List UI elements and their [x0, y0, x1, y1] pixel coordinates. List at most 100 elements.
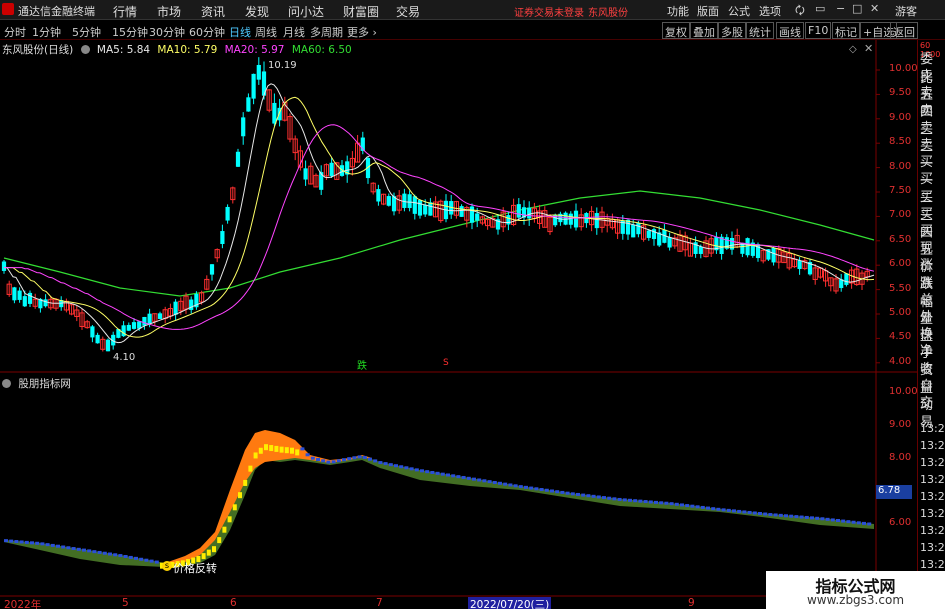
indicator-step	[24, 540, 29, 544]
candle-body	[90, 326, 95, 338]
indicator-step	[628, 498, 632, 502]
indicator-step	[82, 548, 86, 552]
indicator-step	[9, 539, 14, 543]
indicator-step	[35, 541, 40, 545]
indicator-step	[674, 502, 679, 506]
gear-icon[interactable]: ◇	[849, 44, 857, 55]
x-axis-label: 9	[688, 597, 695, 609]
indicator-step	[425, 470, 430, 474]
indicator-step	[206, 549, 211, 556]
indicator-step	[440, 472, 445, 476]
candle-body	[412, 196, 417, 214]
candle-body	[272, 102, 277, 124]
indicator-step	[732, 509, 736, 513]
indicator-step	[680, 503, 684, 507]
indicator-step	[810, 516, 814, 520]
candle-body	[329, 162, 334, 177]
indicator-step	[726, 508, 731, 512]
indicator-step	[607, 496, 612, 500]
indicator-step	[638, 499, 643, 503]
watermark: 指标公式网 www.zbgs3.com	[766, 571, 945, 609]
indicator-step	[513, 484, 518, 488]
settings-icon[interactable]	[80, 45, 90, 54]
candle-body	[646, 230, 651, 238]
indicator-step	[118, 554, 123, 558]
indicator-step	[61, 545, 66, 549]
indicator-step	[19, 540, 24, 544]
indicator-step	[867, 522, 872, 526]
indicator-step	[414, 468, 419, 472]
indicator-step	[331, 460, 336, 464]
candle-body	[573, 210, 579, 228]
indicator-step	[102, 551, 107, 555]
x-axis-label: 5	[122, 597, 129, 609]
indicator-step	[654, 500, 658, 504]
settings-icon[interactable]	[2, 379, 11, 388]
indicator-step	[534, 487, 539, 491]
indicator-step	[435, 471, 440, 475]
candle-body	[428, 202, 433, 216]
indicator-step	[212, 546, 216, 553]
candle-body	[631, 224, 636, 238]
candle-body	[189, 299, 194, 310]
indicator-step	[321, 459, 326, 463]
indicator-step	[368, 457, 372, 461]
indicator-step	[388, 463, 393, 467]
indicator-step	[477, 478, 482, 482]
indicator-step	[830, 518, 835, 522]
indicator-step	[56, 544, 60, 548]
indicator-step	[622, 498, 627, 502]
indicator-rally-fill	[165, 430, 372, 566]
indicator-step	[149, 559, 154, 563]
price-axis-label: 6.50	[889, 233, 912, 245]
indicator-step	[201, 553, 206, 560]
indicator-step	[841, 519, 846, 523]
indicator-step	[716, 507, 721, 511]
indicator-step	[773, 513, 778, 517]
indicator-step	[565, 491, 570, 495]
kline-chart[interactable]	[0, 0, 945, 609]
indicator-step	[576, 492, 580, 496]
x-axis-label: 2022年	[4, 599, 42, 609]
indicator-step	[544, 488, 549, 492]
price-axis-label: 5.50	[889, 282, 912, 294]
candle-body	[256, 64, 261, 80]
candle-body	[594, 213, 599, 229]
indicator-step	[92, 550, 97, 554]
ma5-label: MA5: 5.84	[96, 44, 151, 56]
candle-body	[209, 264, 215, 275]
quote-side-panel: 60 1000 委比 卖五 卖四 卖三 卖二 卖一 买一 买二 买三 买四 买五 现价 涨跌 涨幅 总量 外盘换…	[917, 40, 945, 609]
candle-body	[246, 97, 251, 112]
panel-time: 13:28	[920, 507, 945, 520]
indicator-step	[752, 511, 757, 515]
candle-body	[423, 204, 428, 215]
indicator-step	[30, 541, 34, 545]
indicator-step	[71, 547, 76, 551]
close-icon[interactable]: ✕	[864, 42, 873, 55]
price-axis-label: 10.00	[889, 63, 918, 74]
indicator-step	[747, 510, 752, 514]
indicator-current-value: 6.78	[876, 485, 912, 499]
indicator-step	[248, 465, 253, 472]
indicator-step	[862, 521, 866, 525]
indicator-step	[602, 496, 606, 500]
indicator-step	[789, 514, 794, 518]
x-axis-date-cursor: 2022/07/20(三)	[468, 597, 552, 609]
indicator-step	[326, 460, 331, 464]
indicator-step	[451, 474, 456, 478]
indicator-step	[482, 479, 487, 483]
indicator-step	[139, 557, 144, 561]
x-axis-label: 7	[376, 597, 383, 609]
indicator-step	[4, 539, 8, 543]
indicator-axis-label: 10.00	[889, 386, 918, 397]
x-axis-label: 6	[230, 597, 237, 609]
indicator-step	[279, 446, 284, 453]
price-axis-label: 5.00	[889, 307, 912, 318]
indicator-step	[856, 521, 861, 525]
indicator-step	[643, 500, 648, 504]
price-axis-label: 6.00	[889, 258, 912, 270]
indicator-step	[269, 445, 274, 452]
panel-time: 13:27	[920, 422, 945, 435]
price-axis-label: 4.50	[889, 331, 912, 343]
indicator-step	[14, 540, 19, 544]
